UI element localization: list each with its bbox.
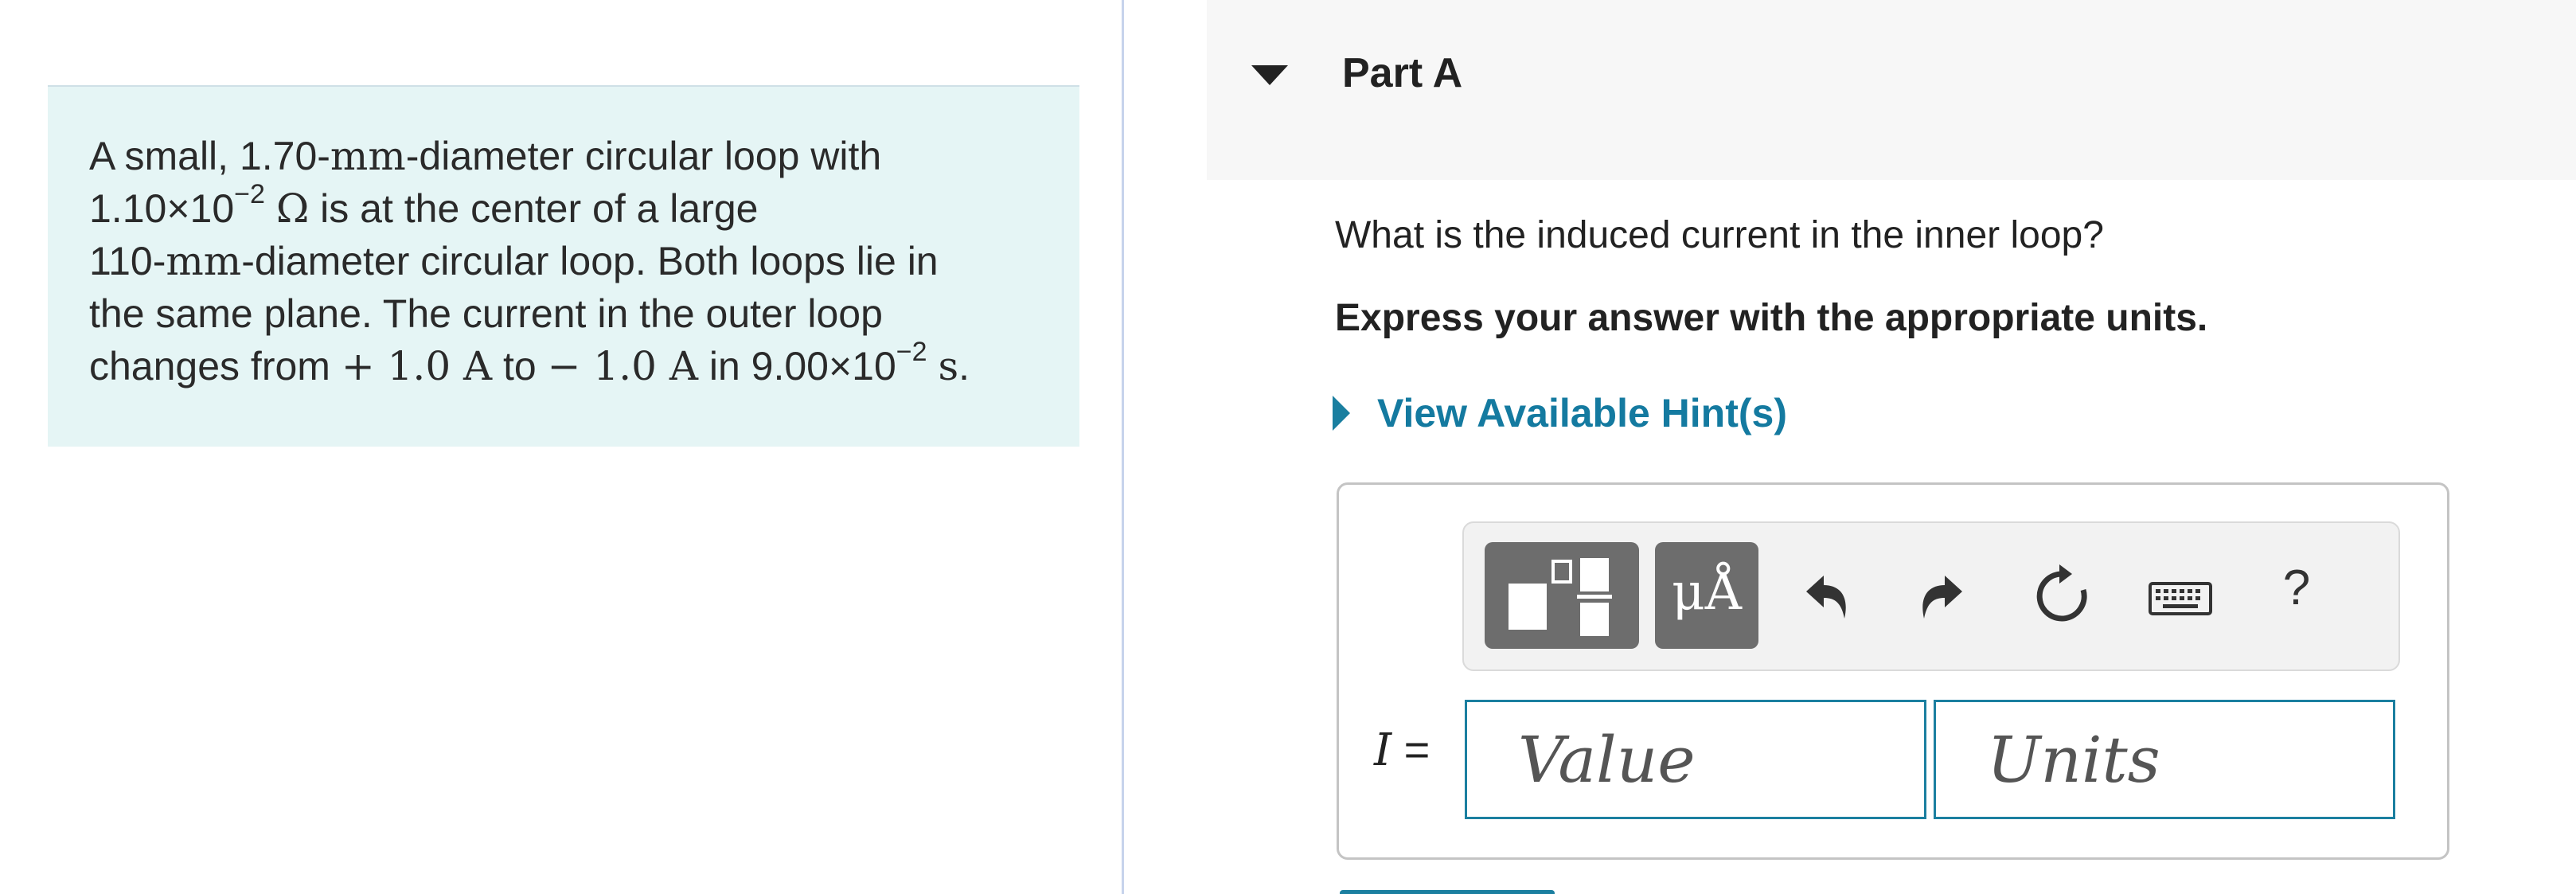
problem-statement: A small, 1.70-mm-diameter circular loop … (48, 85, 1079, 447)
units-icon: μÅ (1672, 563, 1742, 622)
help-icon[interactable]: ? (2263, 560, 2330, 627)
resistance-exponent: −2 (234, 179, 265, 210)
problem-line-1: A small, 1.70-mm-diameter circular loop … (89, 130, 1038, 182)
templates-icon (1509, 558, 1612, 636)
view-hints-label: View Available Hint(s) (1377, 391, 1787, 435)
loop-diameter-value: 1.70- (239, 134, 330, 178)
problem-text: in (697, 344, 751, 388)
question-text: What is the induced current in the inner… (1335, 214, 2104, 256)
variable-symbol: I (1374, 724, 1392, 776)
large-loop-diameter-value: 110- (89, 239, 166, 283)
instruction-text: Express your answer with the appropriate… (1335, 297, 2208, 339)
column-divider (1122, 0, 1124, 894)
initial-current: + 1.0 A (341, 343, 493, 389)
problem-text: -diameter circular loop. Both loops lie … (241, 239, 939, 283)
keyboard-icon[interactable] (2147, 563, 2214, 630)
problem-text: -diameter circular loop with (405, 134, 882, 178)
problem-text: to (492, 344, 548, 388)
answer-box: μÅ ? I = (1337, 482, 2449, 860)
answer-variable-label: I = (1374, 724, 1430, 776)
problem-text: the same plane. The current in the outer… (89, 291, 883, 336)
unit-ohm: Ω (275, 185, 310, 232)
templates-button[interactable] (1485, 542, 1639, 649)
unit-mm: mm (330, 133, 406, 179)
problem-line-5: changes from + 1.0 A to − 1.0 A in 9.00×… (89, 337, 1038, 392)
problem-text: is at the center of a large (309, 186, 759, 231)
unit-seconds: s (938, 343, 959, 389)
part-title: Part A (1342, 50, 1463, 96)
equals-sign: = (1391, 724, 1430, 775)
problem-text: A small, (89, 134, 240, 178)
resistance-value: 1.10×10 (89, 186, 235, 231)
submit-button[interactable] (1340, 890, 1555, 894)
time-value: 9.00×10 (751, 344, 896, 388)
problem-text: . (958, 344, 970, 388)
problem-line-3: 110-mm-diameter circular loop. Both loop… (89, 235, 1038, 287)
final-current: − 1.0 A (547, 343, 698, 389)
unit-mm: mm (166, 238, 242, 284)
math-toolbar: μÅ ? (1462, 521, 2400, 671)
undo-icon[interactable] (1792, 563, 1859, 630)
expand-caret-icon (1333, 396, 1350, 431)
value-input[interactable] (1465, 700, 1926, 819)
problem-line-2: 1.10×10−2 Ω is at the center of a large (89, 179, 1038, 235)
problem-text: changes from (89, 344, 342, 388)
problem-line-4: the same plane. The current in the outer… (89, 287, 1038, 340)
part-header[interactable]: Part A (1207, 0, 2576, 180)
reset-icon[interactable] (2029, 563, 2096, 630)
time-exponent: −2 (896, 337, 927, 368)
collapse-caret-icon[interactable] (1251, 65, 1288, 85)
units-button[interactable]: μÅ (1655, 542, 1758, 649)
redo-icon[interactable] (1910, 563, 1977, 630)
units-input[interactable] (1934, 700, 2395, 819)
view-hints-link[interactable]: View Available Hint(s) (1333, 390, 1787, 436)
